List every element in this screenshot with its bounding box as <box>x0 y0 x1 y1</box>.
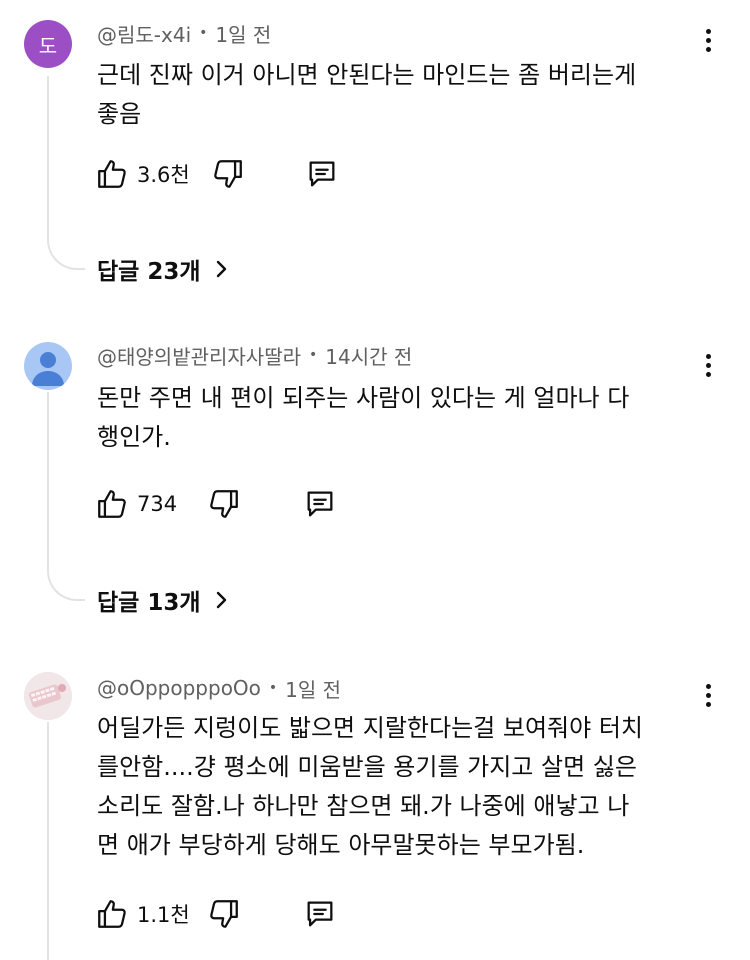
keyboard-photo-icon <box>24 672 72 720</box>
thumbs-down-icon <box>210 900 238 928</box>
chevron-right-icon <box>216 591 226 609</box>
comment-line: 면 애가 부당하게 당해도 아무말못하는 부모가됨. <box>97 831 585 859</box>
comment-line: 돈만 주면 내 편이 되주는 사람이 있다는 게 얼마나 다 <box>97 384 630 412</box>
avatar[interactable] <box>24 672 72 720</box>
thread-line <box>47 76 49 236</box>
thumbs-up-icon <box>98 160 126 188</box>
default-user-icon <box>32 352 64 386</box>
meta-separator: • <box>309 347 318 363</box>
avatar[interactable]: 도 <box>24 20 72 68</box>
comment-actions: 1.1천 <box>95 896 337 932</box>
comment-actions: 3.6천 <box>95 156 339 192</box>
dot-icon <box>705 683 711 689</box>
thread-connector <box>47 232 85 270</box>
meta-separator: • <box>268 680 278 696</box>
like-count: 3.6천 <box>137 163 190 187</box>
dot-icon <box>705 692 711 698</box>
reply-button[interactable] <box>303 897 337 931</box>
dislike-button[interactable] <box>207 897 241 931</box>
like-count: 734 <box>137 492 178 516</box>
dot-icon <box>705 353 711 359</box>
more-options-button[interactable] <box>696 22 720 58</box>
author-name[interactable]: @태양의밭관리자사딸라 <box>97 341 301 370</box>
comment-line: 좋음 <box>97 100 142 128</box>
dot-icon <box>705 362 711 368</box>
comment-text: 근데 진짜 이거 아니면 안된다는 마인드는 좀 버리는게 좋음 <box>97 56 697 134</box>
view-replies-button[interactable]: 답글 13개 <box>97 582 229 618</box>
dot-icon <box>705 37 711 43</box>
reply-button[interactable] <box>303 487 337 521</box>
timestamp[interactable]: 1일 전 <box>215 19 271 48</box>
dot-icon <box>705 701 711 707</box>
comment-meta: @태양의밭관리자사딸라 • 14시간 전 <box>97 340 412 370</box>
meta-separator: • <box>199 25 208 41</box>
comment-line: 어딜가든 지렁이도 밟으면 지랄한다는걸 보여줘야 터치 <box>97 714 643 742</box>
dot-icon <box>705 28 711 34</box>
view-replies-button[interactable]: 답글 23개 <box>97 251 229 287</box>
dot-icon <box>705 46 711 52</box>
comment-text: 돈만 주면 내 편이 되주는 사람이 있다는 게 얼마나 다 행인가. <box>97 379 697 457</box>
timestamp[interactable]: 14시간 전 <box>325 341 412 370</box>
avatar[interactable] <box>24 342 72 390</box>
avatar-letter: 도 <box>38 33 58 58</box>
comment-icon <box>307 491 333 517</box>
more-options-button[interactable] <box>696 347 720 383</box>
thread-line <box>47 722 49 960</box>
comment-text: 어딜가든 지렁이도 밟으면 지랄한다는걸 보여줘야 터치 를안함....걍 평소… <box>97 709 697 865</box>
chevron-right-icon <box>216 260 226 278</box>
replies-count-label: 답글 23개 <box>97 259 201 285</box>
replies-count-label: 답글 13개 <box>97 590 201 616</box>
thread-connector <box>47 563 85 601</box>
like-button[interactable] <box>95 157 129 191</box>
comment-actions: 734 <box>95 486 337 522</box>
comment-meta: @림도-x4i • 1일 전 <box>97 18 271 48</box>
author-name[interactable]: @oOppopppoOo <box>97 676 261 700</box>
thumbs-up-icon <box>98 900 126 928</box>
like-button[interactable] <box>95 487 129 521</box>
dislike-button[interactable] <box>207 487 241 521</box>
comment-icon <box>309 161 335 187</box>
more-options-button[interactable] <box>696 677 720 713</box>
comment-icon <box>307 901 333 927</box>
comment-line: 근데 진짜 이거 아니면 안된다는 마인드는 좀 버리는게 <box>97 61 637 89</box>
reply-button[interactable] <box>305 157 339 191</box>
author-name[interactable]: @림도-x4i <box>97 19 191 48</box>
dot-icon <box>705 371 711 377</box>
thumbs-up-icon <box>98 490 126 518</box>
dislike-button[interactable] <box>211 157 245 191</box>
comment-line: 를안함....걍 평소에 미움받을 용기를 가지고 살면 싫은 <box>97 753 637 781</box>
like-count: 1.1천 <box>137 903 190 927</box>
comment-line: 행인가. <box>97 423 171 451</box>
comment-meta: @oOppopppoOo • 1일 전 <box>97 673 341 703</box>
timestamp[interactable]: 1일 전 <box>285 674 341 703</box>
thumbs-down-icon <box>214 160 242 188</box>
thread-line <box>47 392 49 567</box>
comment-line: 소리도 잘함.나 하나만 참으면 돼.가 나중에 애낳고 나 <box>97 792 630 820</box>
like-button[interactable] <box>95 897 129 931</box>
thumbs-down-icon <box>210 490 238 518</box>
